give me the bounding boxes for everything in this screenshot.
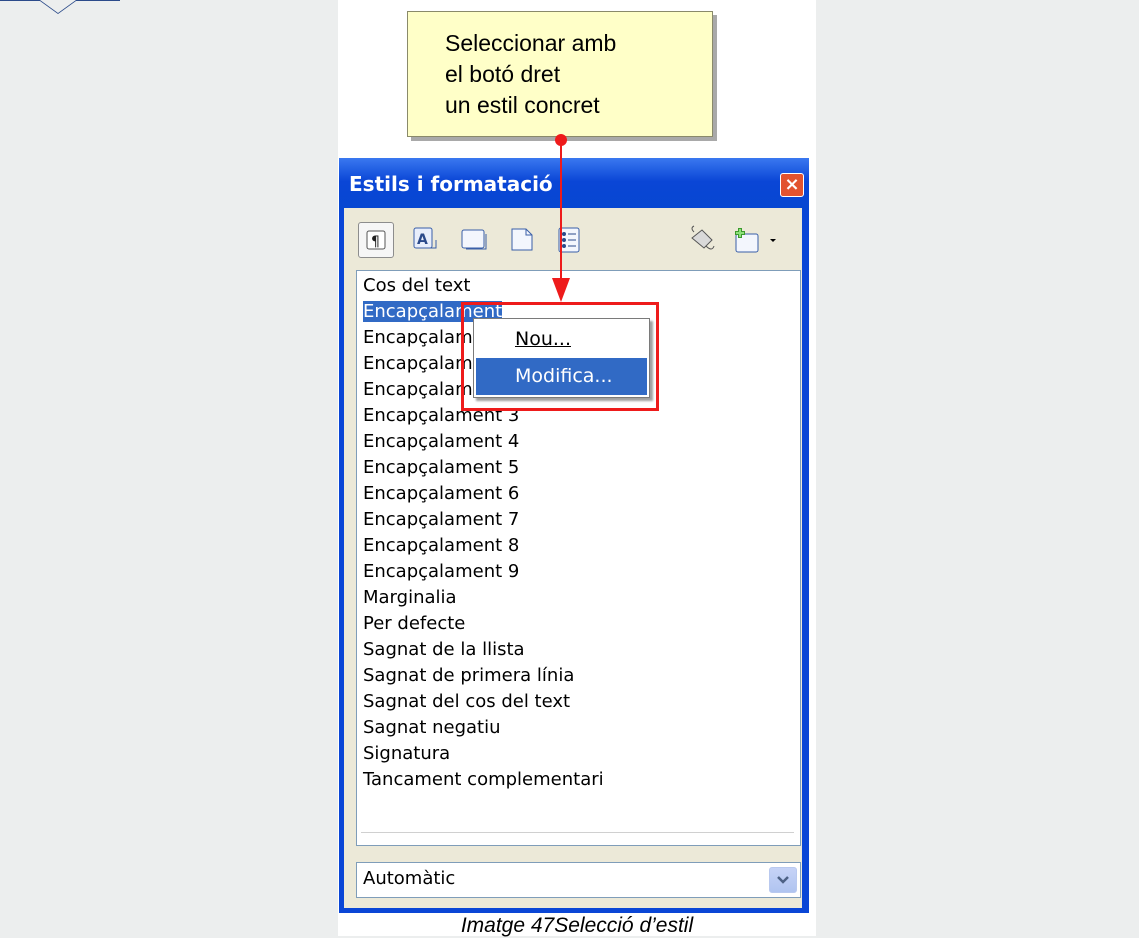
window-title: Estils i formatació — [349, 172, 553, 196]
close-button[interactable]: × — [780, 173, 804, 197]
list-item[interactable]: Encapçalament 4 — [363, 429, 519, 455]
svg-text:A: A — [417, 232, 428, 248]
style-filter-select[interactable]: Automàtic — [356, 862, 801, 898]
svg-text:¶: ¶ — [371, 234, 380, 250]
callout-line: el botó dret — [445, 61, 561, 87]
dropdown-arrow-icon — [770, 239, 776, 242]
list-item[interactable]: Encapçalament 9 — [363, 559, 519, 585]
list-item[interactable]: Encapçalament 8 — [363, 533, 519, 559]
list-item[interactable]: Encapçalament 5 — [363, 455, 519, 481]
image-caption: Imatge 47Selecció d’estil — [460, 914, 694, 937]
styles-window: Estils i formatació × ¶ A Cos del text E… — [339, 158, 809, 913]
frame-styles-icon — [461, 229, 487, 250]
paragraph-styles-button[interactable]: ¶ — [358, 222, 394, 258]
paragraph-styles-icon: ¶ — [366, 230, 386, 250]
title-bar[interactable]: Estils i formatació × — [339, 158, 809, 210]
fill-format-button[interactable] — [684, 222, 720, 258]
character-styles-icon: A — [413, 227, 437, 249]
list-item[interactable]: Per defecte — [363, 611, 465, 637]
list-divider — [361, 832, 794, 833]
logo-icon — [0, 0, 120, 14]
list-item[interactable]: Cos del text — [363, 273, 470, 299]
list-styles-button[interactable] — [552, 222, 588, 258]
page-styles-button[interactable] — [504, 222, 540, 258]
list-item[interactable]: Sagnat de primera línia — [363, 663, 574, 689]
select-arrow-button[interactable] — [769, 867, 797, 893]
list-item[interactable]: Encapçalament 6 — [363, 481, 519, 507]
new-style-icon — [735, 228, 759, 253]
frame-styles-button[interactable] — [456, 222, 492, 258]
new-style-dropdown[interactable] — [764, 222, 784, 258]
callout-note: Seleccionar amb el botó dret un estil co… — [407, 11, 713, 137]
list-item[interactable]: Encapçalament 7 — [363, 507, 519, 533]
style-filter-value: Automàtic — [363, 868, 456, 889]
list-item[interactable]: Marginalia — [363, 585, 457, 611]
new-style-button[interactable] — [728, 222, 764, 258]
page-styles-icon — [511, 228, 533, 251]
highlight-box — [461, 302, 659, 411]
list-item[interactable]: Tancament complementari — [363, 767, 604, 793]
list-styles-icon — [558, 227, 580, 253]
list-item[interactable]: Sagnat del cos del text — [363, 689, 570, 715]
character-styles-button[interactable]: A — [408, 222, 444, 258]
list-item[interactable]: Signatura — [363, 741, 450, 767]
list-item[interactable]: Sagnat negatiu — [363, 715, 501, 741]
callout-line: Seleccionar amb — [445, 30, 617, 56]
callout-line: un estil concret — [445, 92, 600, 118]
fill-format-icon — [691, 225, 715, 250]
chevron-down-icon — [777, 876, 789, 884]
list-item[interactable]: Sagnat de la llista — [363, 637, 525, 663]
